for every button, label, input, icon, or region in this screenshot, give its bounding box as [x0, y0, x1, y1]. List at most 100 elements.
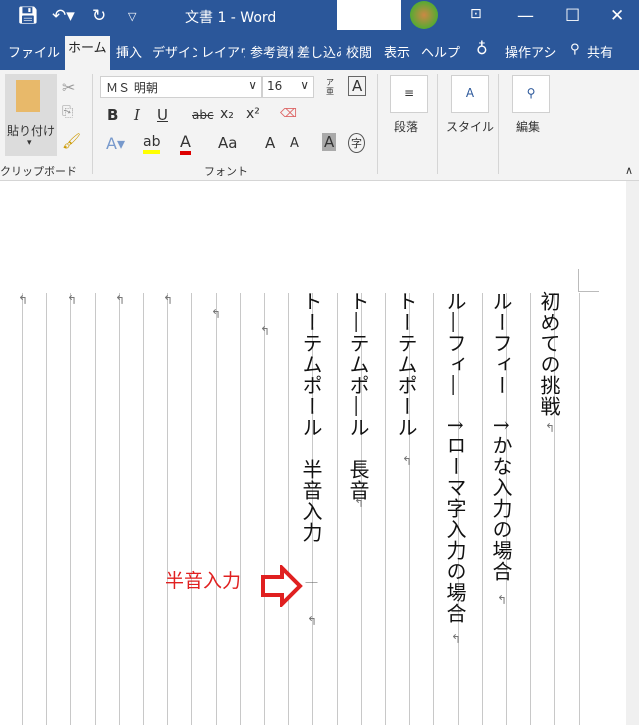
share-button[interactable]: 共有	[587, 42, 613, 61]
editing-label: 編集	[516, 120, 541, 134]
format-painter-icon[interactable]: 🖌︎	[62, 132, 81, 150]
tab-design[interactable]: デザイン	[152, 42, 197, 61]
copy-icon[interactable]: ⎘	[62, 104, 73, 120]
clear-formatting-icon[interactable]: ⌫	[280, 106, 297, 120]
paragraph-mark-icon: ↰	[402, 454, 413, 468]
paste-button[interactable]: 貼り付け ▾	[5, 74, 57, 156]
character-shading-button[interactable]: A	[322, 133, 337, 151]
save-icon[interactable]: 💾︎	[17, 6, 39, 26]
redo-icon[interactable]: ↻	[92, 6, 106, 26]
grid-line	[22, 293, 23, 725]
grid-line	[336, 293, 338, 725]
shrink-font-button[interactable]: A	[290, 136, 299, 151]
italic-button[interactable]: I	[134, 106, 140, 124]
paragraph-mark-icon: ↰	[307, 614, 318, 628]
annotation-label: 半音入力	[165, 570, 242, 592]
tab-references[interactable]: 参考資料	[250, 42, 293, 61]
grid-line	[143, 293, 144, 725]
grid-line	[578, 293, 580, 725]
grid-line	[530, 293, 532, 725]
paragraph-mark-icon: ↰	[354, 496, 365, 510]
font-color-icon[interactable]: A	[180, 132, 191, 155]
paragraph-button[interactable]: ≡	[390, 75, 428, 113]
font-group-label: フォント	[204, 165, 248, 178]
superscript-button[interactable]: x²	[246, 106, 260, 122]
paragraph-mark-icon: ↰	[115, 293, 126, 307]
text-column[interactable]: 初めての挑戦	[537, 291, 561, 417]
paragraph-mark-icon: ↰	[260, 324, 271, 338]
grid-line	[215, 293, 217, 725]
customize-icon[interactable]: ▽	[128, 10, 136, 23]
grid-line	[191, 293, 193, 725]
grid-line	[385, 293, 386, 725]
tab-layout[interactable]: レイアウト	[201, 42, 245, 61]
grid-line	[239, 293, 241, 725]
subscript-button[interactable]: x₂	[220, 106, 234, 122]
grow-font-button[interactable]: A	[265, 134, 275, 152]
underline-button[interactable]: U	[157, 106, 168, 124]
text-column[interactable]: トーテムポール 半音入力	[299, 291, 323, 543]
paragraph-mark-icon: ↰	[67, 293, 78, 307]
undo-icon[interactable]: ↶▾	[52, 6, 75, 26]
bold-button[interactable]: B	[107, 106, 118, 124]
text-column[interactable]: ト―テムポ―ル 長音	[346, 291, 370, 501]
styles-button[interactable]: A	[451, 75, 489, 113]
character-border-button[interactable]: A	[348, 76, 367, 96]
enclose-characters-button[interactable]: 字	[348, 133, 365, 153]
search-icon[interactable]: ⚲	[512, 75, 550, 113]
grid-line	[118, 293, 120, 725]
text-effects-icon[interactable]: A▾	[106, 134, 125, 153]
tab-help[interactable]: ヘルプ	[421, 42, 460, 61]
strikethrough-button[interactable]: abc	[192, 108, 214, 122]
grid-line	[94, 293, 96, 725]
red-arrow-icon	[261, 565, 303, 607]
blank-box	[337, 0, 401, 30]
grid-line	[167, 293, 169, 725]
close-icon[interactable]: ✕	[610, 6, 624, 26]
cut-icon[interactable]: ✂	[62, 78, 75, 97]
ribbon: 貼り付け ▾ ✂ ⎘ 🖌︎ クリップボード ＭＳ 明朝 ∨ 16 ∨ ア亜 A B …	[0, 70, 639, 181]
font-name-select[interactable]: ＭＳ 明朝 ∨	[100, 76, 262, 98]
grid-line	[264, 293, 265, 725]
collapse-ribbon-icon[interactable]: ∧	[625, 164, 633, 177]
grid-line	[288, 293, 290, 725]
document-page[interactable]: 初めての挑戦 ルーフィー ↑かな入力の場合 ル―フィ― ↑ローマ字入力の場合 トーテム…	[0, 181, 639, 725]
paragraph-mark-icon: ↰	[18, 293, 29, 307]
paragraph-mark-icon: ↰	[163, 293, 174, 307]
styles-label: スタイル	[446, 120, 495, 134]
paste-label: 貼り付け	[7, 124, 56, 138]
text-column[interactable]: ル―フィ― ↑ローマ字入力の場合	[443, 291, 467, 624]
highlight-icon[interactable]: ab	[143, 134, 161, 154]
phonetic-guide-button[interactable]: ア亜	[326, 78, 336, 96]
maximize-icon[interactable]: ☐	[565, 6, 580, 26]
share-icon[interactable]: ⚲	[570, 42, 580, 57]
paragraph-mark-icon: ↰	[451, 632, 462, 646]
grid-line	[481, 293, 483, 725]
change-case-button[interactable]: Aa	[218, 134, 237, 152]
title-bar: 💾︎ ↶▾ ↻ ▽ 文書 1 - Word ⊡ — ☐ ✕	[0, 0, 639, 34]
tab-review[interactable]: 校閲	[346, 42, 372, 61]
tab-insert[interactable]: 挿入	[116, 42, 144, 61]
tab-view[interactable]: 表示	[384, 42, 410, 61]
vertical-scrollbar[interactable]	[626, 181, 639, 725]
ribbon-display-icon[interactable]: ⊡	[470, 6, 482, 22]
paragraph-label: 段落	[394, 120, 419, 134]
tell-me-input[interactable]: 操作アシ	[505, 42, 556, 61]
tab-home[interactable]: ホーム	[65, 36, 110, 70]
tab-mailings[interactable]: 差し込み	[297, 42, 341, 61]
avatar[interactable]	[410, 1, 438, 29]
minimize-icon[interactable]: —	[517, 6, 534, 26]
lightbulb-icon: ♁	[476, 39, 488, 58]
grid-line	[70, 293, 72, 725]
grid-line	[46, 293, 48, 725]
window-title: 文書 1 - Word	[185, 10, 277, 26]
paragraph-mark-icon: ↰	[497, 593, 508, 607]
font-size-select[interactable]: 16 ∨	[262, 76, 314, 98]
text-column[interactable]: ルーフィー ↑かな入力の場合	[489, 291, 513, 582]
tab-file[interactable]: ファイル	[8, 42, 60, 61]
clipboard-group-label: クリップボード	[0, 165, 77, 178]
clipboard-icon	[16, 80, 40, 112]
text-column[interactable]: トーテムポール	[394, 291, 418, 438]
page-corner-mark	[578, 269, 599, 292]
paragraph-mark-icon: ↰	[545, 421, 556, 435]
